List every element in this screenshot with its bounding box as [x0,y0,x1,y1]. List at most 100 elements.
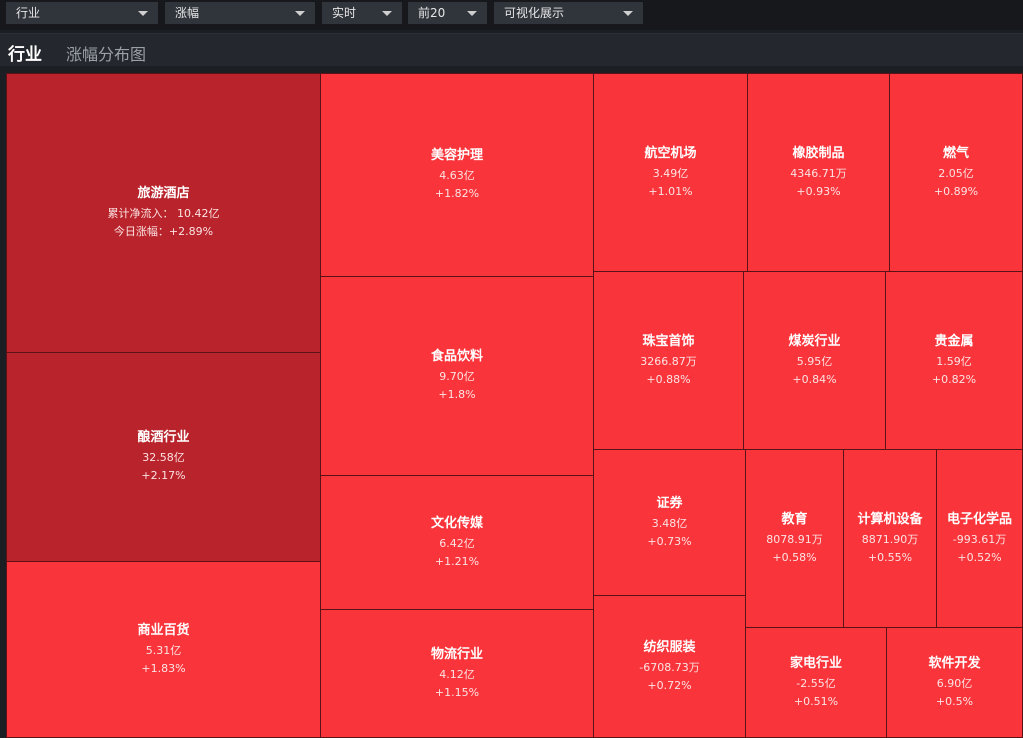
tile-name: 物流行业 [430,646,483,662]
treemap-tile[interactable]: 贵金属 1.59亿 +0.82% [885,271,1023,450]
page-title: 行业 [8,45,42,65]
tile-change: +0.82% [931,372,977,386]
tile-net-inflow: 4346.71万 [790,166,847,180]
tile-name: 食品饮料 [430,349,483,364]
toolbar: 行业 涨幅 实时 前20 可视化展示 [0,0,1023,30]
tile-change: +0.84% [792,372,837,386]
tile-change: +0.5% [935,694,974,708]
chevron-down-icon [467,11,477,16]
tile-net-inflow: -2.55亿 [796,676,836,690]
tile-change: +1.8% [438,388,476,401]
tile-name: 煤炭行业 [788,333,841,349]
treemap-tile[interactable]: 计算机设备 8871.90万 +0.55% [843,449,937,628]
treemap-tile[interactable]: 软件开发 6.90亿 +0.5% [886,627,1023,738]
treemap-tile[interactable]: 食品饮料 9.70亿 +1.8% [320,276,594,476]
tile-net-inflow: 5.31亿 [145,643,182,657]
tile-name: 贵金属 [934,333,974,349]
treemap-tile[interactable]: 燃气 2.05亿 +0.89% [889,73,1023,272]
treemap-tile[interactable]: 美容护理 4.63亿 +1.82% [320,73,594,277]
tile-change: +0.55% [867,550,913,564]
tile-name: 旅游酒店 [137,186,190,201]
tile-net-inflow: 3.49亿 [652,166,689,180]
treemap-tile[interactable]: 橡胶制品 4346.71万 +0.93% [747,73,890,272]
tile-net-inflow: 累计净流入： 10.42亿 [107,207,220,220]
tile-net-inflow: -6708.73万 [639,660,700,674]
category-dropdown-value: 行业 [16,6,41,20]
tile-name: 燃气 [942,145,969,161]
tile-name: 酿酒行业 [137,430,190,445]
tile-net-inflow: 32.58亿 [142,451,185,464]
tile-name: 美容护理 [430,148,483,163]
period-dropdown[interactable]: 实时 [322,2,402,24]
tile-net-inflow: 5.95亿 [796,354,833,368]
treemap-tile[interactable]: 航空机场 3.49亿 +1.01% [593,73,748,272]
tile-change: +0.51% [793,694,839,708]
tile-net-inflow: 4.12亿 [439,667,475,681]
tile-net-inflow: 6.90亿 [936,676,973,690]
tile-change: +1.82% [434,187,480,200]
chevron-down-icon [623,11,633,16]
chevron-down-icon [382,11,392,16]
top-n-dropdown[interactable]: 前20 [408,2,487,24]
tile-net-inflow: 2.05亿 [938,166,974,180]
tile-name: 电子化学品 [946,511,1012,527]
tile-change: +1.83% [141,661,186,675]
view-mode-dropdown[interactable]: 可视化展示 [494,2,643,24]
tile-net-inflow: 4.63亿 [439,169,475,182]
metric-dropdown-value: 涨幅 [175,6,200,20]
treemap-tile[interactable]: 旅游酒店累计净流入： 10.42亿 今日涨幅：+2.89% [6,73,321,353]
view-mode-dropdown-value: 可视化展示 [504,6,565,20]
chevron-down-icon [295,11,305,16]
period-dropdown-value: 实时 [332,6,357,20]
category-dropdown[interactable]: 行业 [6,2,158,24]
top-n-dropdown-value: 前20 [418,6,446,20]
tile-change: +0.58% [772,550,817,564]
tile-name: 航空机场 [644,145,697,161]
tile-change: +0.73% [647,534,692,548]
tile-name: 商业百货 [137,622,190,638]
tile-net-inflow: 8078.91万 [766,532,823,546]
tile-name: 计算机设备 [857,511,923,527]
tile-name: 软件开发 [928,655,981,671]
tile-change: 今日涨幅：+2.89% [113,225,214,238]
treemap-chart: 旅游酒店累计净流入： 10.42亿 今日涨幅：+2.89% 酿酒行业 32.58亿 +2… [6,73,1023,738]
tile-change: +1.21% [434,554,480,568]
tile-name: 珠宝首饰 [642,333,695,349]
treemap-tile[interactable]: 电子化学品 -993.61万 +0.52% [936,449,1023,628]
tile-change: +1.01% [648,184,693,198]
treemap-tile[interactable]: 物流行业 4.12亿 +1.15% [320,609,594,738]
treemap-tile[interactable]: 教育 8078.91万 +0.58% [745,449,844,628]
treemap-tile[interactable]: 商业百货 5.31亿 +1.83% [6,561,321,738]
treemap-tile[interactable]: 文化传媒 6.42亿 +1.21% [320,475,594,610]
tile-name: 文化传媒 [430,515,483,531]
tile-net-inflow: 3.48亿 [651,516,688,530]
tile-net-inflow: -993.61万 [952,532,1007,546]
metric-dropdown[interactable]: 涨幅 [165,2,315,24]
tile-name: 纺织服装 [643,639,696,655]
treemap-tile[interactable]: 酿酒行业 32.58亿 +2.17% [6,352,321,562]
tile-name: 证券 [656,495,683,511]
treemap-tile[interactable]: 纺织服装 -6708.73万 +0.72% [593,595,746,738]
tile-change: +0.89% [933,184,979,198]
tile-change: +2.17% [141,469,186,482]
tile-name: 教育 [781,511,808,527]
treemap-tile[interactable]: 煤炭行业 5.95亿 +0.84% [743,271,886,450]
tile-name: 橡胶制品 [792,145,845,161]
page-subtitle: 涨幅分布图 [66,45,147,64]
treemap-tile[interactable]: 家电行业 -2.55亿 +0.51% [745,627,887,738]
treemap-tile[interactable]: 证券 3.48亿 +0.73% [593,449,746,596]
tile-change: +0.72% [647,678,692,692]
tile-name: 家电行业 [789,655,842,671]
chevron-down-icon [138,11,148,16]
tile-change: +0.88% [646,372,691,386]
tile-net-inflow: 3266.87万 [640,354,697,368]
title-bar: 行业 涨幅分布图 [0,33,1023,66]
treemap-tile[interactable]: 珠宝首饰 3266.87万 +0.88% [593,271,744,450]
tile-net-inflow: 1.59亿 [936,354,972,368]
tile-net-inflow: 9.70亿 [439,370,475,383]
tile-change: +1.15% [434,685,480,699]
tile-net-inflow: 8871.90万 [861,532,919,546]
tile-change: +0.93% [796,184,841,198]
tile-net-inflow: 6.42亿 [439,536,475,550]
tile-change: +0.52% [957,550,1002,564]
